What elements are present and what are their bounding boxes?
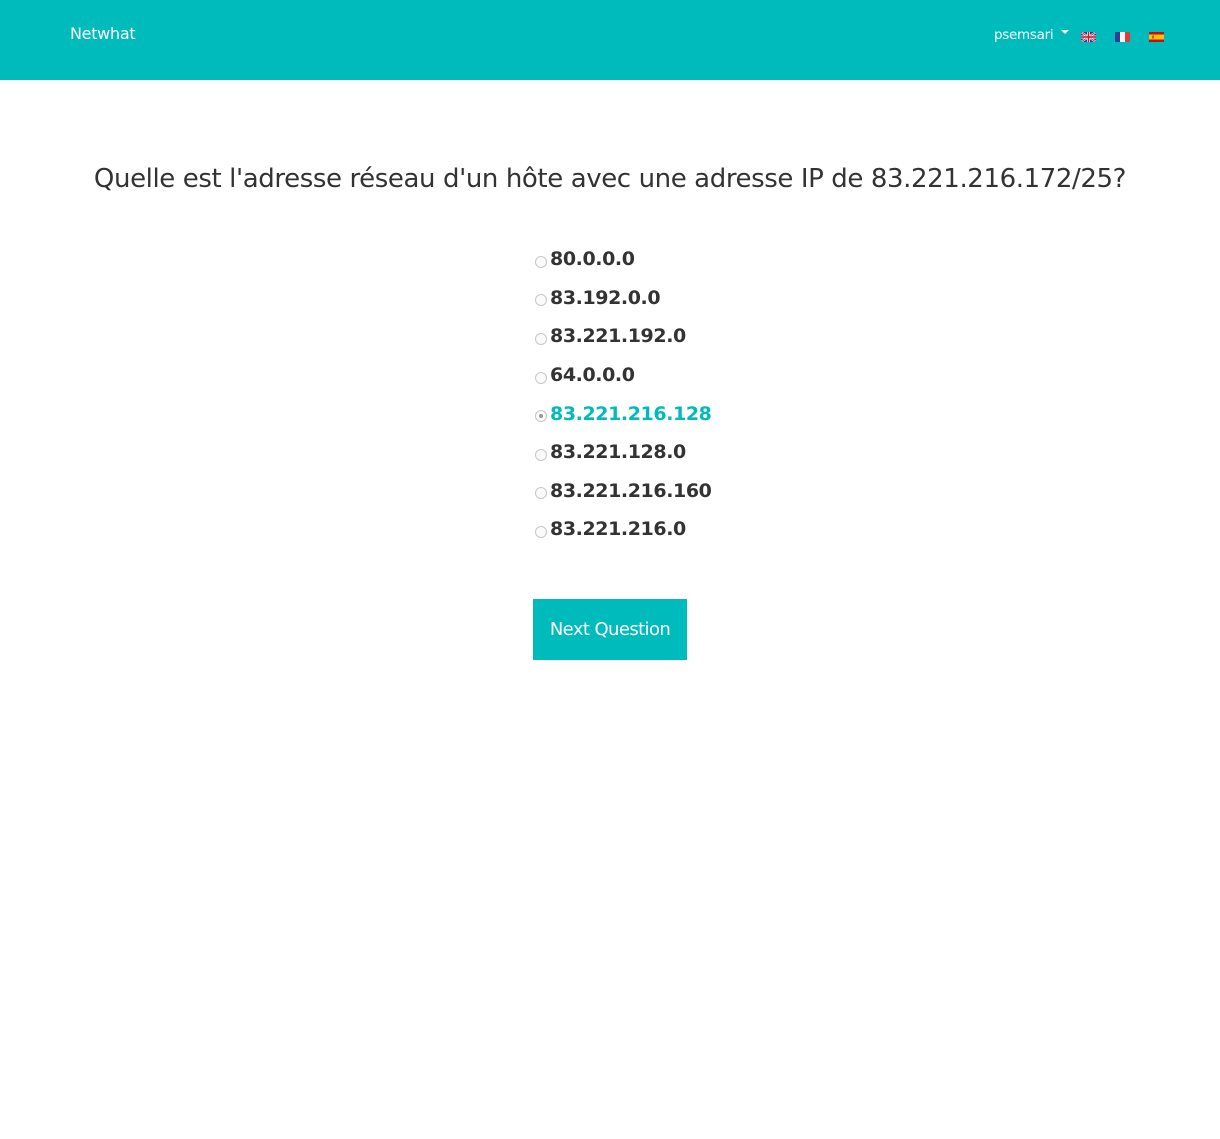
answer-option[interactable]: 83.221.216.128	[533, 394, 933, 433]
answer-label: 83.221.192.0	[550, 325, 686, 348]
answer-radio[interactable]	[535, 294, 547, 307]
chevron-down-icon	[1061, 30, 1070, 34]
answer-list: 80.0.0.0 83.192.0.0 83.221.192.0 64.0.0.0 83…	[533, 240, 933, 549]
answer-option[interactable]: 83.192.0.0	[533, 279, 933, 318]
answer-radio[interactable]	[535, 525, 547, 538]
answer-radio[interactable]	[535, 371, 547, 384]
answer-option[interactable]: 83.221.216.0	[533, 510, 933, 549]
next-question-button[interactable]: Next Question	[533, 599, 687, 660]
navbar: Netwhat psemsari	[0, 0, 1220, 80]
answer-option[interactable]: 64.0.0.0	[533, 356, 933, 395]
answer-option[interactable]: 83.221.128.0	[533, 433, 933, 472]
brand-link[interactable]: Netwhat	[70, 24, 136, 43]
user-name: psemsari	[994, 27, 1054, 43]
answer-option[interactable]: 83.221.192.0	[533, 317, 933, 356]
answer-radio[interactable]	[535, 487, 547, 500]
answer-label: 83.192.0.0	[550, 286, 661, 309]
answer-label: 83.221.216.128	[550, 402, 712, 425]
answer-radio[interactable]	[535, 332, 547, 345]
user-menu-dropdown[interactable]: psemsari	[994, 27, 1070, 43]
answer-option[interactable]: 80.0.0.0	[533, 240, 933, 279]
question-title: Quelle est l'adresse réseau d'un hôte av…	[93, 164, 1127, 194]
answer-label: 83.221.128.0	[550, 441, 686, 464]
france-flag-icon[interactable]	[1115, 32, 1130, 42]
answer-radio[interactable]	[535, 410, 547, 423]
answer-option[interactable]: 83.221.216.160	[533, 472, 933, 511]
answer-radio[interactable]	[535, 255, 547, 268]
answer-radio[interactable]	[535, 448, 547, 461]
uk-flag-icon[interactable]	[1081, 32, 1096, 42]
answer-label: 83.221.216.0	[550, 518, 686, 541]
answer-label: 83.221.216.160	[550, 479, 712, 502]
answer-label: 80.0.0.0	[550, 248, 635, 271]
answer-label: 64.0.0.0	[550, 364, 635, 387]
spain-flag-icon[interactable]	[1149, 32, 1164, 42]
